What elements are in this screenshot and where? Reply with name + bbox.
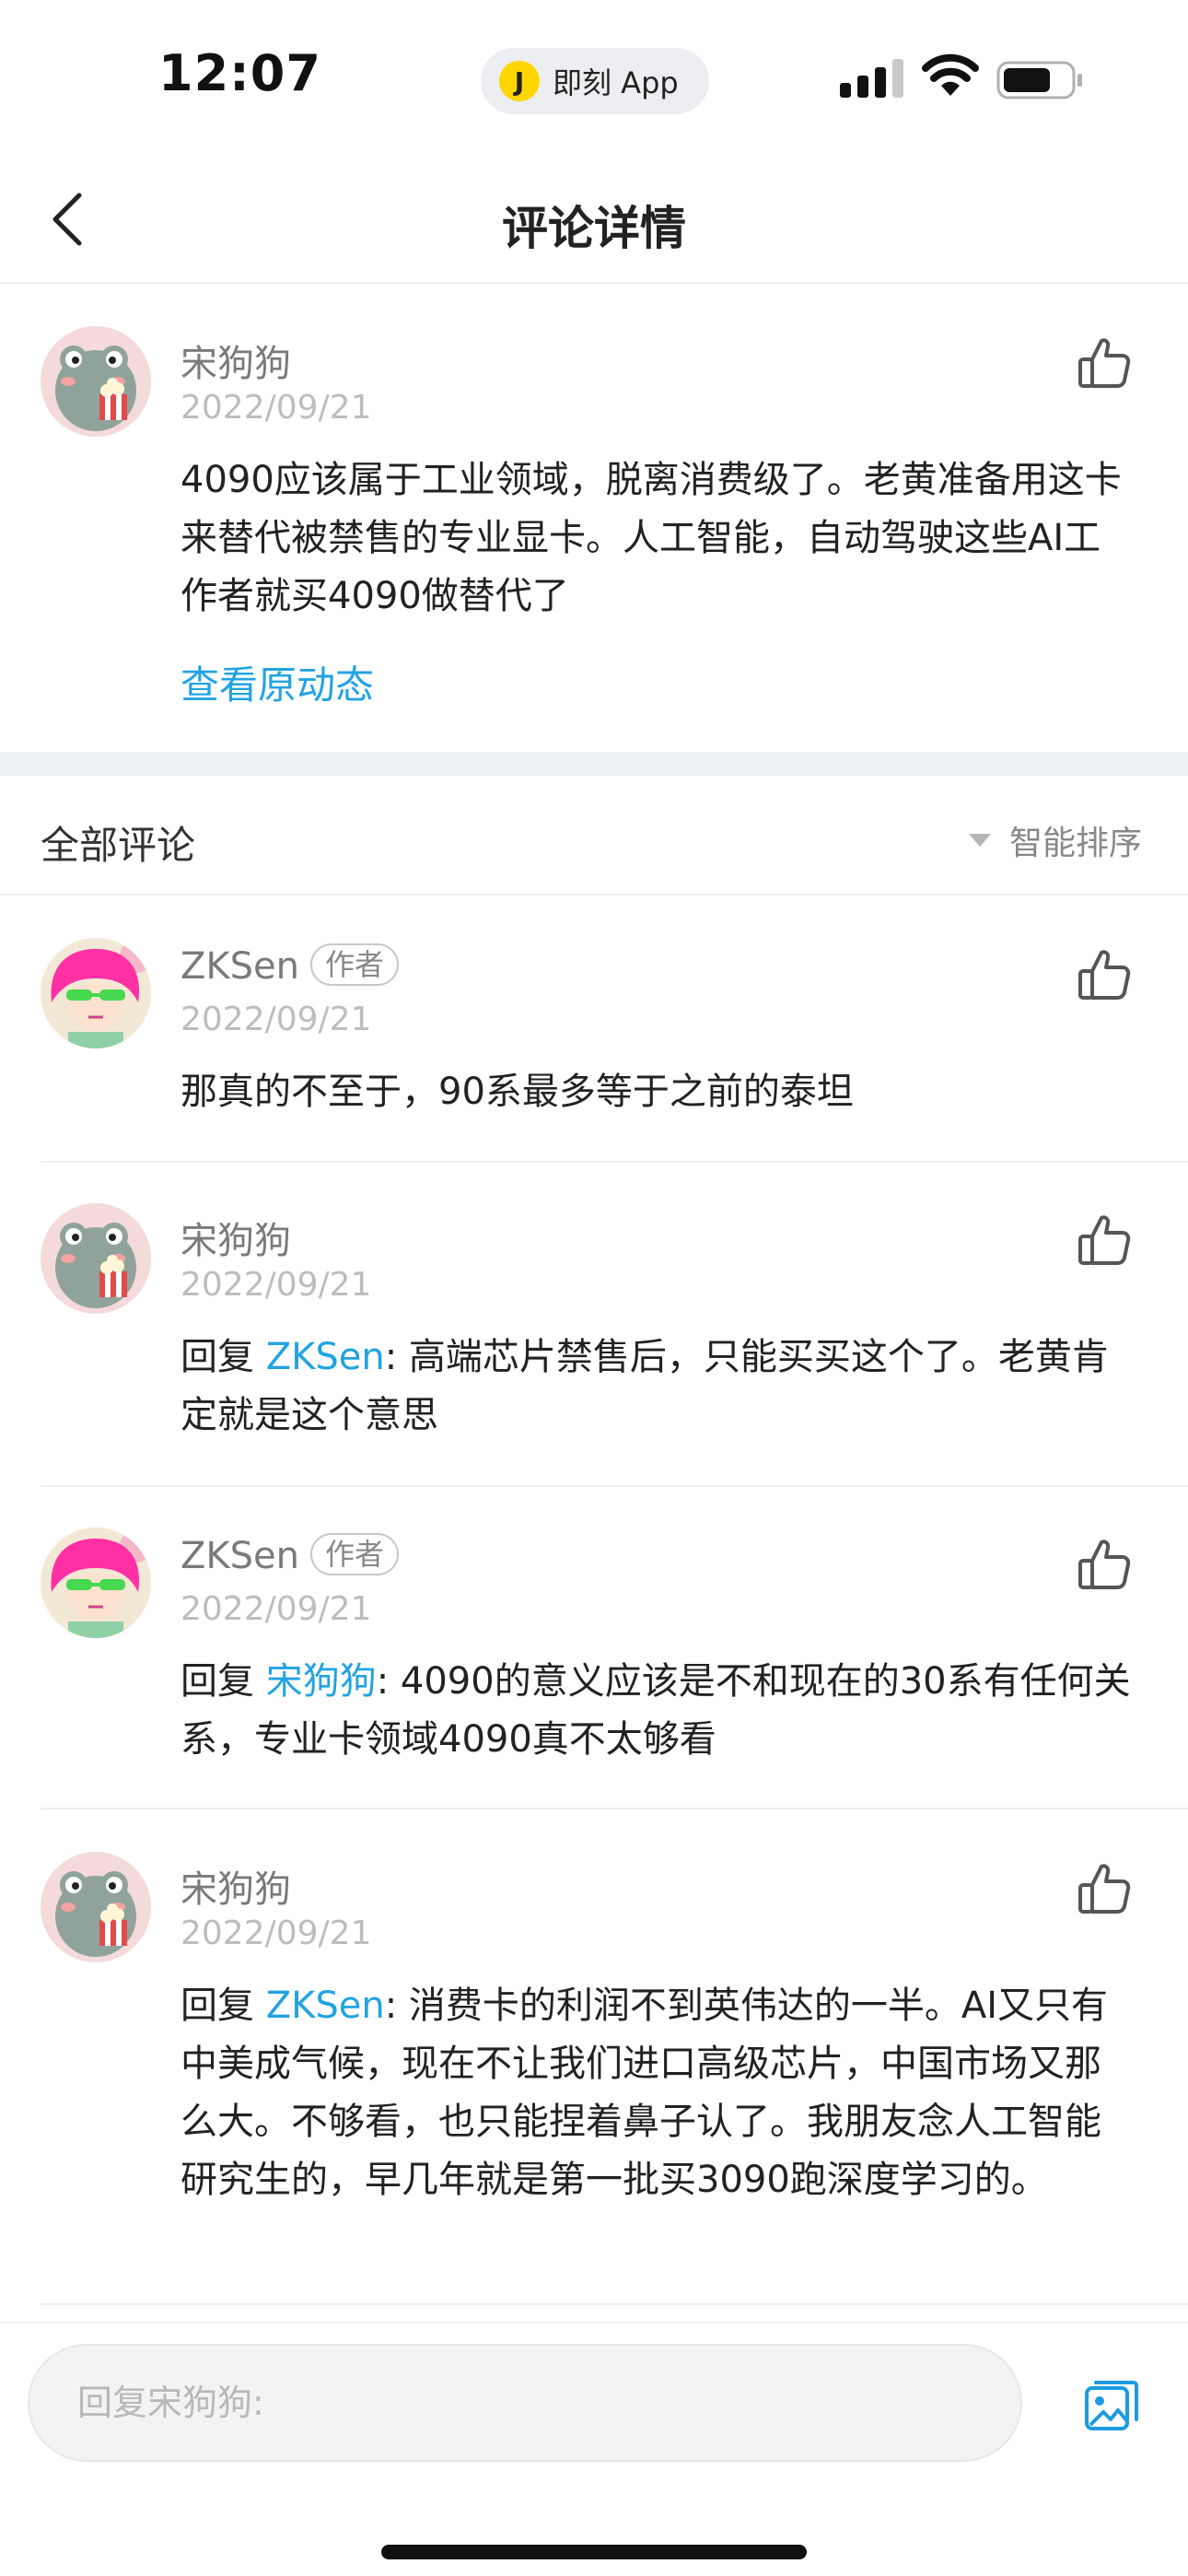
app-pill-label: 即刻 App — [553, 65, 679, 100]
section-gap — [0, 752, 1188, 776]
battery-icon — [996, 61, 1082, 100]
reply-input[interactable] — [28, 2344, 1022, 2462]
reply-prefix: 回复 — [181, 1660, 266, 1703]
reply-target-link[interactable]: ZKSen — [266, 1985, 385, 2027]
comment-text: 那真的不至于，90系最多等于之前的泰坦 — [181, 1063, 1133, 1121]
status-time: 12:07 — [158, 44, 321, 102]
avatar[interactable] — [41, 1203, 151, 1314]
section-title: 全部评论 — [41, 823, 196, 868]
thumbs-up-icon[interactable] — [1077, 1861, 1131, 1914]
divider — [41, 1485, 1188, 1487]
image-picker-icon[interactable] — [1083, 2375, 1142, 2434]
comment-text: 回复 宋狗狗: 4090的意义应该是不和现在的30系有任何关系，专业卡领域409… — [181, 1653, 1133, 1769]
all-comments-header: 全部评论 智能排序 — [0, 776, 1188, 896]
thumbs-up-icon[interactable] — [1077, 1537, 1131, 1590]
divider — [41, 1161, 1188, 1163]
comment-detail-page: 12:07 J 即刻 App 评论详情 宋狗狗 2022/09/21 4090应… — [0, 0, 1188, 2576]
anime-boy-avatar-icon — [41, 1528, 151, 1638]
thumbs-up-icon[interactable] — [1077, 1212, 1131, 1266]
view-original-post-link[interactable]: 查看原动态 — [181, 654, 374, 710]
avatar[interactable] — [41, 1852, 151, 1962]
page-title: 评论详情 — [502, 202, 686, 255]
cellular-signal-icon — [840, 59, 903, 98]
frog-avatar-icon — [41, 326, 151, 437]
reply-target-link[interactable]: ZKSen — [266, 1336, 385, 1378]
reply-target-link[interactable]: 宋狗狗 — [266, 1660, 377, 1703]
divider — [41, 1808, 1188, 1809]
status-bar: 12:07 J 即刻 App — [0, 0, 1188, 147]
comment-text: 回复 ZKSen: 消费卡的利润不到英伟达的一半。AI又只有中美成气候，现在不让… — [181, 1977, 1133, 2209]
commenter-name-row: ZKSen 作者 — [181, 1533, 399, 1579]
avatar[interactable] — [41, 326, 151, 437]
commenter-name[interactable]: 宋狗狗 — [181, 334, 291, 387]
wifi-icon — [922, 53, 979, 96]
sort-label: 智能排序 — [1008, 825, 1142, 862]
commenter-name[interactable]: ZKSen — [181, 945, 299, 988]
author-badge: 作者 — [309, 943, 399, 986]
commenter-name[interactable]: ZKSen — [181, 1535, 299, 1577]
reply-prefix: 回复 — [181, 1336, 266, 1378]
commenter-name-row: ZKSen 作者 — [181, 943, 399, 989]
comment-date: 2022/09/21 — [181, 1590, 372, 1628]
reply-bar — [0, 2322, 1188, 2576]
sort-selector[interactable]: 智能排序 — [968, 816, 1142, 864]
thumbs-up-icon[interactable] — [1077, 947, 1131, 1001]
comment-date: 2022/09/21 — [181, 389, 372, 427]
anime-boy-avatar-icon — [41, 938, 151, 1048]
triangle-down-icon — [968, 834, 991, 847]
reply-prefix: 回复 — [181, 1985, 266, 2027]
commenter-name[interactable]: 宋狗狗 — [181, 1859, 291, 1913]
comment-date: 2022/09/21 — [181, 1914, 372, 1952]
jike-logo-icon: J — [499, 61, 540, 101]
author-badge: 作者 — [309, 1533, 399, 1575]
avatar[interactable] — [41, 1528, 151, 1638]
frog-avatar-icon — [41, 1852, 151, 1962]
frog-avatar-icon — [41, 1203, 151, 1314]
nav-bar: 评论详情 — [0, 147, 1188, 284]
divider — [41, 2303, 1188, 2305]
commenter-name[interactable]: 宋狗狗 — [181, 1211, 291, 1264]
app-pill[interactable]: J 即刻 App — [481, 48, 709, 114]
home-indicator — [381, 2545, 807, 2559]
comment-date: 2022/09/21 — [181, 1266, 372, 1304]
comment-text: 回复 ZKSen: 高端芯片禁售后，只能买买这个了。老黄肯定就是这个意思 — [181, 1329, 1133, 1445]
comment-body: 那真的不至于，90系最多等于之前的泰坦 — [181, 1071, 854, 1113]
comment-date: 2022/09/21 — [181, 1001, 372, 1038]
thumbs-up-icon[interactable] — [1077, 335, 1131, 389]
avatar[interactable] — [41, 938, 151, 1048]
comment-text: 4090应该属于工业领域，脱离消费级了。老黄准备用这卡来替代被禁售的专业显卡。人… — [181, 459, 1122, 617]
